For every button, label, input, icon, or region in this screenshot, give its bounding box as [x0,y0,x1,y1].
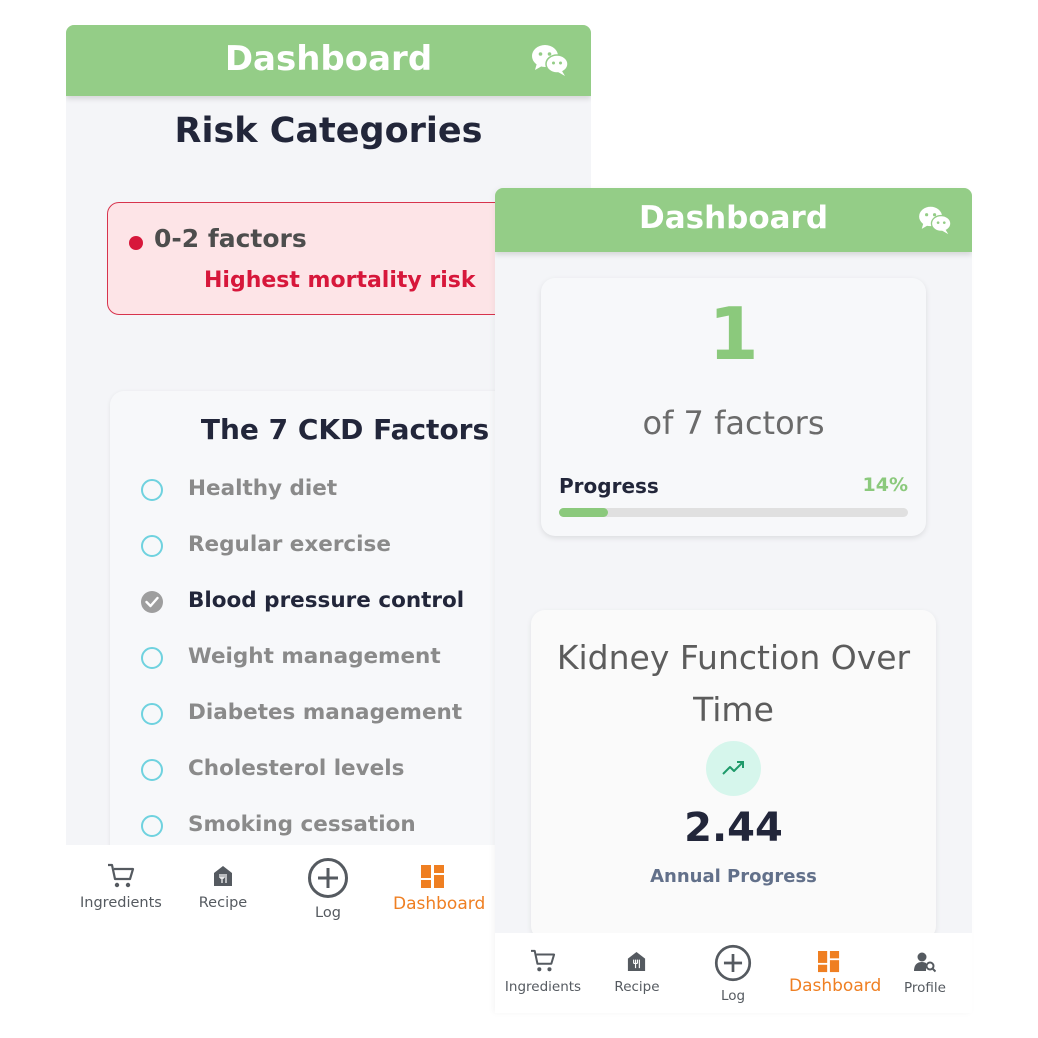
recipe-icon [214,866,232,886]
factors-total: of 7 factors [642,404,825,442]
progress-fill [559,508,608,517]
ckd-factors-card: The 7 CKD Factors Healthy diet Regular e… [110,391,550,861]
factor-label: Regular exercise [188,532,391,557]
nav-label: Dashboard [789,976,882,996]
progress-percent: 14% [862,474,908,496]
app-bar-title: Dashboard [638,200,829,236]
risk-categories-title: Risk Categories [174,111,483,151]
right-screen: Dashboard 1 of 7 factors Progress 14% Ki… [495,188,972,1013]
wechat-icon[interactable] [531,43,569,77]
radio-unchecked-icon[interactable] [141,535,163,557]
radio-unchecked-icon[interactable] [141,759,163,781]
factor-label: Healthy diet [188,476,338,501]
factor-label: Diabetes management [188,700,463,725]
cart-icon [531,949,556,972]
dashboard-icon [818,951,840,973]
app-bar: Dashboard [495,188,972,252]
factors-score-card: 1 of 7 factors Progress 14% [541,278,926,536]
factor-label: Weight management [188,644,441,669]
progress-label: Progress [559,474,659,498]
radio-unchecked-icon[interactable] [141,647,163,669]
app-bar: Dashboard [66,25,591,96]
risk-range: 0-2 factors [154,224,307,253]
factors-count: 1 [708,292,759,376]
plus-circle-icon [308,858,348,898]
kidney-subtitle: Annual Progress [650,866,817,887]
nav-label: Recipe [614,979,660,995]
progress-bar [559,508,908,517]
kidney-value: 2.44 [684,805,783,851]
risk-category-card[interactable]: 0-2 factors Highest mortality risk [107,202,547,315]
factor-label: Smoking cessation [188,812,416,837]
dashboard-icon [421,865,444,888]
radio-unchecked-icon[interactable] [141,703,163,725]
factor-label: Cholesterol levels [188,756,405,781]
bottom-nav: Ingredients Recipe Log Dashboard [495,933,972,1013]
nav-label: Recipe [198,895,248,911]
risk-dot-icon [129,236,143,250]
profile-search-icon [914,952,936,973]
plus-circle-icon [714,944,752,982]
risk-description: Highest mortality risk [204,268,476,293]
nav-label: Log [315,905,341,921]
check-circle-icon[interactable] [141,591,163,613]
app-bar-title: Dashboard [224,39,433,79]
factor-label: Blood pressure control [188,588,465,613]
radio-unchecked-icon[interactable] [141,815,163,837]
nav-label: Ingredients [80,895,162,911]
nav-label: Profile [904,980,946,996]
nav-label: Dashboard [393,894,486,914]
wechat-icon[interactable] [918,205,952,235]
trending-up-icon [722,761,744,775]
recipe-icon [627,951,646,972]
trend-badge [706,741,761,796]
kidney-function-card[interactable]: Kidney Function Over Time 2.44 Annual Pr… [531,610,936,940]
radio-unchecked-icon[interactable] [141,479,163,501]
nav-label: Log [720,988,746,1004]
nav-label: Ingredients [504,979,582,995]
kidney-card-title: Kidney Function Over Time [556,638,911,729]
cart-icon [108,863,135,888]
